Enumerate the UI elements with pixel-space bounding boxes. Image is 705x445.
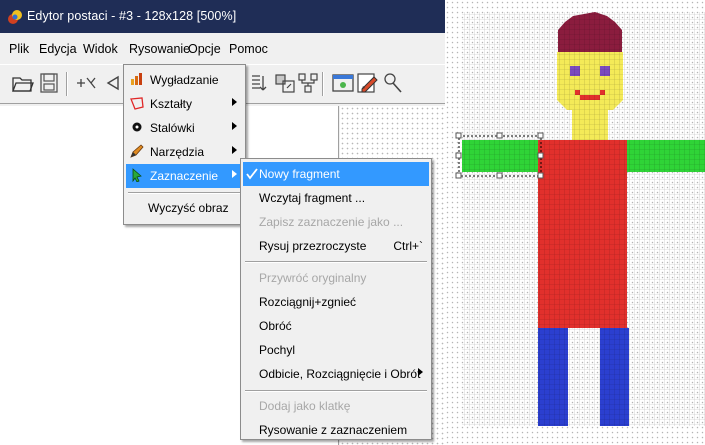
previous-frame-icon[interactable] [100, 71, 124, 95]
selection-tool-icon[interactable] [381, 71, 405, 95]
editor-window: Edytor postaci - #3 - 128x128 [500%] Pli… [0, 0, 445, 445]
menu-item-dodaj-jako-klatke: Dodaj jako klatkę [259, 399, 351, 413]
submenu-arrow-icon [232, 146, 237, 154]
app-icon [8, 10, 22, 24]
selection-handle[interactable] [537, 172, 544, 179]
pixel-canvas[interactable] [445, 0, 705, 445]
toolbar-separator [66, 72, 68, 96]
menu-separator [245, 390, 427, 392]
shortcut-label: Ctrl+` [393, 239, 423, 253]
menu-item-zaznaczenie[interactable]: Zaznaczenie [126, 164, 243, 188]
selection-handle[interactable] [455, 132, 462, 139]
resize-image-icon[interactable] [273, 71, 297, 95]
cursor-icon [132, 168, 142, 182]
open-folder-icon[interactable] [11, 71, 35, 95]
submenu-arrow-icon [232, 98, 237, 106]
menu-separator [128, 192, 241, 194]
menu-pomoc[interactable]: Pomoc [229, 42, 268, 56]
menu-bar: Plik Edycja Widok Rysowanie Opcje Pomoc [0, 36, 445, 62]
rysowanie-menu: Wygładzanie Kształty Stalówki Narzędzia [123, 64, 246, 225]
submenu-arrow-icon [232, 170, 237, 178]
menu-item-odbicie-rozciagniecie-obrot[interactable]: Odbicie, Rozciągnięcie i Obrót [243, 362, 429, 386]
menu-item-wyczysc-obraz[interactable]: Wyczyść obraz [126, 196, 243, 220]
menu-plik[interactable]: Plik [9, 42, 29, 56]
canvas-svg [445, 0, 705, 445]
menu-separator [245, 261, 427, 263]
title-bar[interactable]: Edytor postaci - #3 - 128x128 [500%] [0, 0, 445, 33]
selection-handle[interactable] [537, 132, 544, 139]
layout-nodes-icon[interactable] [296, 71, 320, 95]
nib-icon [132, 122, 142, 132]
menu-opcje[interactable]: Opcje [188, 42, 221, 56]
menu-item-narzedzia[interactable]: Narzędzia [126, 140, 243, 164]
selection-handle[interactable] [455, 152, 462, 159]
menu-item-wczytaj-fragment[interactable]: Wczytaj fragment ... [243, 186, 429, 210]
selection-handle[interactable] [455, 172, 462, 179]
menu-item-wygladzanie[interactable]: Wygładzanie [126, 68, 243, 92]
menu-widok[interactable]: Widok [83, 42, 118, 56]
pencil-icon [130, 144, 144, 158]
menu-item-nowy-fragment[interactable]: Nowy fragment [243, 162, 429, 186]
window-title: Edytor postaci - #3 - 128x128 [500%] [27, 9, 237, 23]
menu-rysowanie[interactable]: Rysowanie [129, 42, 190, 56]
menu-item-obroc[interactable]: Obróć [243, 314, 429, 338]
menu-item-przywroc-oryginalny: Przywróć oryginalny [259, 271, 367, 285]
submenu-arrow-icon [232, 122, 237, 130]
menu-item-rozciagnij-zgniec[interactable]: Rozciągnij+zgnieć [243, 290, 429, 314]
preview-window-icon[interactable] [331, 71, 355, 95]
menu-item-rysowanie-z-zaznaczeniem[interactable]: Rysowanie z zaznaczeniem [243, 418, 429, 442]
save-icon[interactable] [37, 71, 61, 95]
submenu-arrow-icon [418, 368, 423, 376]
zaznaczenie-submenu: Nowy fragment Wczytaj fragment ... Zapis… [240, 158, 432, 440]
menu-item-rysuj-przezroczyste[interactable]: Rysuj przezroczyste Ctrl+` [243, 234, 429, 258]
add-frame-icon[interactable] [75, 71, 99, 95]
menu-item-pochyl[interactable]: Pochyl [243, 338, 429, 362]
selection-handle[interactable] [496, 132, 503, 139]
selection-handle[interactable] [496, 172, 503, 179]
selection-handle[interactable] [537, 152, 544, 159]
menu-item-stalowki[interactable]: Stalówki [126, 116, 243, 140]
draw-pencil-icon[interactable] [356, 71, 380, 95]
toolbar-separator [322, 72, 324, 96]
menu-item-ksztalty[interactable]: Kształty [126, 92, 243, 116]
shape-icon [130, 97, 144, 110]
check-icon [246, 168, 258, 180]
menu-edycja[interactable]: Edycja [39, 42, 77, 56]
pixel-grid-overlay [462, 12, 705, 426]
menu-item-zapisz-zaznaczenie: Zapisz zaznaczenie jako ... [259, 215, 404, 229]
smoothing-icon [131, 73, 142, 85]
frame-list-icon[interactable] [249, 71, 273, 95]
